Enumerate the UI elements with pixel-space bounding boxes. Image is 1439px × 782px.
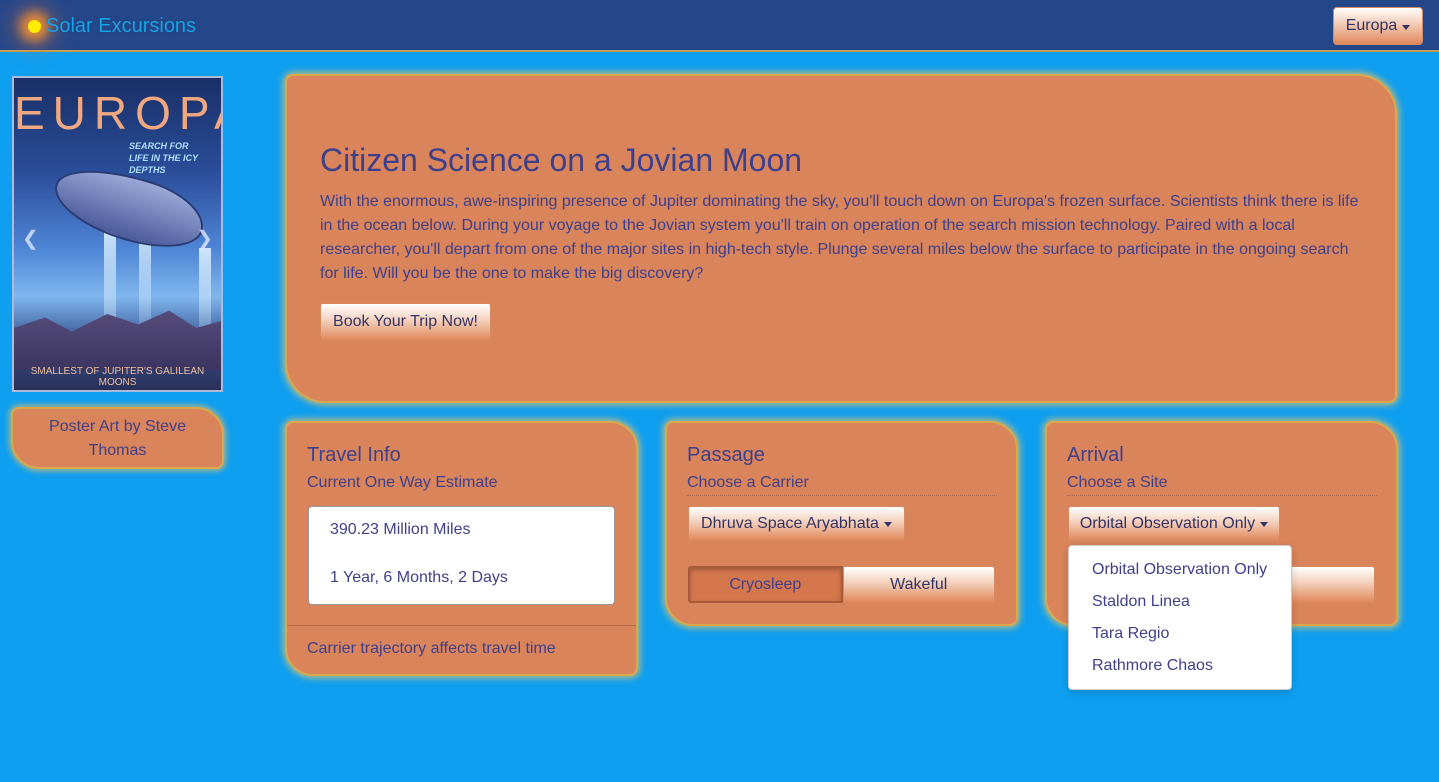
- brand-text[interactable]: Solar Excursions: [46, 15, 196, 38]
- duration-value: 1 Year, 6 Months, 2 Days: [330, 569, 508, 586]
- dropdown-item-staldon-linea[interactable]: Staldon Linea: [1069, 586, 1291, 618]
- distance-value: 390.23 Million Miles: [330, 521, 471, 538]
- book-trip-button[interactable]: Book Your Trip Now!: [320, 303, 491, 341]
- dropdown-item-tara-regio[interactable]: Tara Regio: [1069, 618, 1291, 650]
- arrival-subtitle: Choose a Site: [1067, 474, 1377, 496]
- caret-down-icon: [1260, 522, 1269, 527]
- wakeful-option[interactable]: Wakeful: [842, 566, 995, 603]
- travel-info-title: Travel Info: [307, 444, 401, 466]
- hero-title: Citizen Science on a Jovian Moon: [320, 142, 803, 178]
- sun-icon: [28, 19, 41, 33]
- poster-title: EUROPA: [14, 87, 221, 139]
- destination-dropdown-button[interactable]: Europa: [1333, 7, 1423, 45]
- passage-subtitle: Choose a Carrier: [687, 474, 997, 496]
- estimate-box: 390.23 Million Miles 1 Year, 6 Months, 2…: [308, 506, 615, 605]
- carrier-label: Dhruva Space Aryabhata: [701, 514, 879, 532]
- travel-info-subtitle: Current One Way Estimate: [307, 474, 498, 491]
- brand[interactable]: Solar Excursions: [14, 6, 196, 46]
- sleep-mode-toggle: Cryosleep Wakeful: [688, 566, 995, 603]
- cryosleep-option[interactable]: Cryosleep: [688, 566, 843, 603]
- dropdown-item-rathmore-chaos[interactable]: Rathmore Chaos: [1069, 650, 1291, 682]
- caret-down-icon: [1402, 24, 1411, 30]
- poster-credit-text: Poster Art by Steve Thomas: [49, 418, 186, 459]
- poster-credit: Poster Art by Steve Thomas: [11, 407, 224, 469]
- travel-info-card: Travel Info Current One Way Estimate 390…: [285, 421, 638, 676]
- site-dropdown-button[interactable]: Orbital Observation Only: [1068, 506, 1280, 541]
- poster-terrain: [14, 310, 221, 370]
- caret-down-icon: [883, 522, 892, 527]
- hero-description: With the enormous, awe-inspiring presenc…: [320, 193, 1359, 282]
- passage-card: Passage Choose a Carrier Dhruva Space Ar…: [665, 421, 1018, 626]
- hero-card: Citizen Science on a Jovian Moon With th…: [285, 74, 1397, 403]
- chevron-left-icon[interactable]: ❮: [22, 226, 39, 251]
- navbar: Solar Excursions Europa: [0, 0, 1439, 52]
- poster-tagline: SEARCH FOR LIFE IN THE ICY DEPTHS: [129, 141, 198, 175]
- site-label: Orbital Observation Only: [1079, 514, 1256, 532]
- carrier-dropdown-button[interactable]: Dhruva Space Aryabhata: [688, 506, 905, 541]
- travel-info-footer: Carrier trajectory affects travel time: [287, 625, 636, 676]
- poster-carousel: EUROPA SEARCH FOR LIFE IN THE ICY DEPTHS…: [12, 76, 223, 392]
- site-dropdown-menu: Orbital Observation Only Staldon Linea T…: [1068, 545, 1292, 690]
- chevron-right-icon[interactable]: ❯: [196, 226, 213, 251]
- destination-label: Europa: [1345, 17, 1398, 34]
- poster-footer-text: SMALLEST OF JUPITER'S GALILEAN MOONS: [30, 366, 205, 388]
- dropdown-item-orbital-observation[interactable]: Orbital Observation Only: [1069, 554, 1291, 586]
- arrival-title: Arrival: [1067, 444, 1124, 466]
- passage-title: Passage: [687, 444, 765, 466]
